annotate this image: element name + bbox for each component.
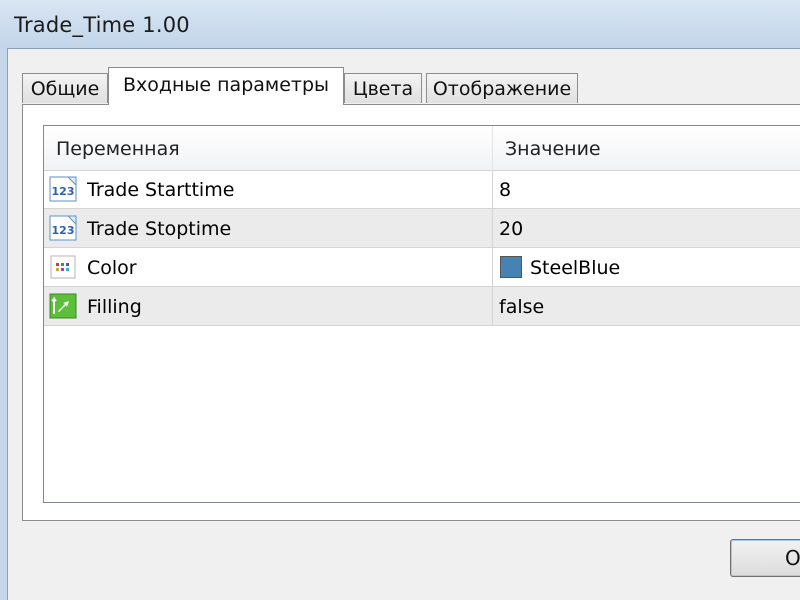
parameter-value[interactable]: SteelBlue: [530, 248, 620, 286]
integer-123-icon: 123: [49, 214, 77, 242]
tab-display[interactable]: Отображение: [426, 73, 578, 103]
tab-display-label: Отображение: [432, 78, 572, 100]
tab-colors-label: Цвета: [352, 78, 414, 100]
parameter-name: Trade Starttime: [87, 179, 235, 201]
svg-text:123: 123: [52, 185, 75, 198]
color-dots-icon: [49, 253, 77, 281]
parameter-row[interactable]: Filling false: [44, 287, 800, 326]
integer-123-icon: 123: [49, 175, 77, 203]
column-header-value[interactable]: Значение: [493, 126, 800, 170]
boolean-arrow-icon: [49, 292, 77, 320]
tab-colors[interactable]: Цвета: [344, 73, 422, 103]
parameter-row[interactable]: Color SteelBlue: [44, 248, 800, 287]
color-swatch: [500, 256, 522, 278]
tab-general-label: Общие: [30, 78, 100, 100]
tab-inputs-label: Входные параметры: [122, 74, 330, 96]
tab-inputs[interactable]: Входные параметры: [108, 67, 344, 105]
parameter-value[interactable]: false: [499, 287, 544, 325]
dialog-body: Общие Входные параметры Цвета Отображени…: [7, 48, 800, 600]
column-header-variable[interactable]: Переменная: [44, 126, 492, 170]
tab-panel-inputs: Переменная Значение 123 Trade Starttime: [22, 104, 800, 521]
cell-divider: [492, 287, 493, 325]
window-title: Trade_Time 1.00: [14, 13, 190, 37]
cell-divider: [492, 170, 493, 208]
dialog-window: Trade_Time 1.00 Общие Входные параметры …: [0, 0, 800, 600]
parameter-name: Trade Stoptime: [87, 218, 232, 240]
parameter-row[interactable]: 123 Trade Stoptime 20: [44, 209, 800, 248]
grid-header: Переменная Значение: [44, 126, 800, 171]
cell-divider: [492, 248, 493, 286]
parameter-name: Color: [87, 257, 137, 279]
parameter-value[interactable]: 8: [499, 170, 511, 208]
ok-button[interactable]: OK: [730, 539, 800, 577]
parameter-value[interactable]: 20: [499, 209, 523, 247]
cell-divider: [492, 209, 493, 247]
parameter-name: Filling: [87, 296, 142, 318]
title-bar[interactable]: Trade_Time 1.00: [0, 0, 800, 48]
svg-text:123: 123: [52, 224, 75, 237]
parameters-grid: Переменная Значение 123 Trade Starttime: [43, 125, 800, 503]
tab-general[interactable]: Общие: [22, 73, 108, 103]
parameter-row[interactable]: 123 Trade Starttime 8: [44, 170, 800, 209]
